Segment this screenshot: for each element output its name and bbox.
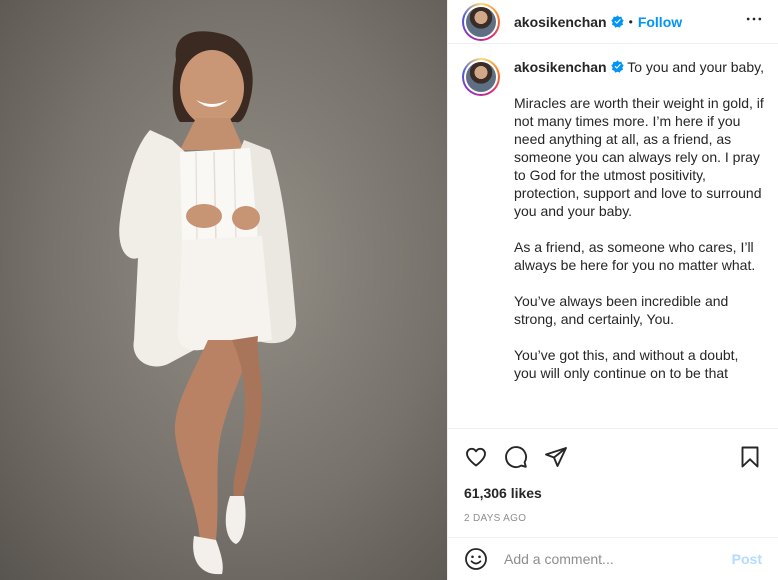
post-header: akosikenchan • Follow (448, 0, 778, 44)
verified-badge-icon (610, 60, 624, 73)
verified-badge-icon (610, 15, 624, 28)
heart-icon[interactable] (464, 445, 488, 469)
comment-bar: Post (448, 537, 778, 580)
caption-section: akosikenchan To you and your baby, Mirac… (448, 44, 778, 429)
more-options-icon[interactable] (744, 9, 764, 34)
avatar[interactable] (462, 2, 500, 41)
post-photo-illustration (0, 0, 447, 580)
bookmark-icon[interactable] (738, 445, 762, 469)
follow-button[interactable]: Follow (638, 14, 682, 30)
emoji-icon[interactable] (464, 547, 488, 571)
avatar-image (466, 6, 496, 37)
caption-avatar-image (466, 62, 496, 92)
share-icon[interactable] (544, 445, 568, 469)
post-side-panel: akosikenchan • Follow akosikenchan To yo… (447, 0, 778, 580)
post-timestamp[interactable]: 2 DAYS AGO (448, 513, 778, 527)
separator-dot: • (628, 14, 633, 29)
post-photo[interactable] (0, 0, 447, 580)
likes-count[interactable]: 61,306 likes (448, 485, 778, 503)
comment-input[interactable] (504, 551, 732, 567)
action-bar (448, 429, 778, 485)
comment-icon[interactable] (504, 445, 528, 469)
caption-username[interactable]: akosikenchan (514, 59, 607, 75)
caption-body: To you and your baby, Miracles are worth… (514, 59, 764, 381)
author-username[interactable]: akosikenchan (514, 14, 607, 30)
post-comment-button[interactable]: Post (732, 551, 762, 567)
caption-text: akosikenchan To you and your baby, Mirac… (514, 58, 764, 428)
caption-avatar[interactable] (462, 58, 500, 96)
